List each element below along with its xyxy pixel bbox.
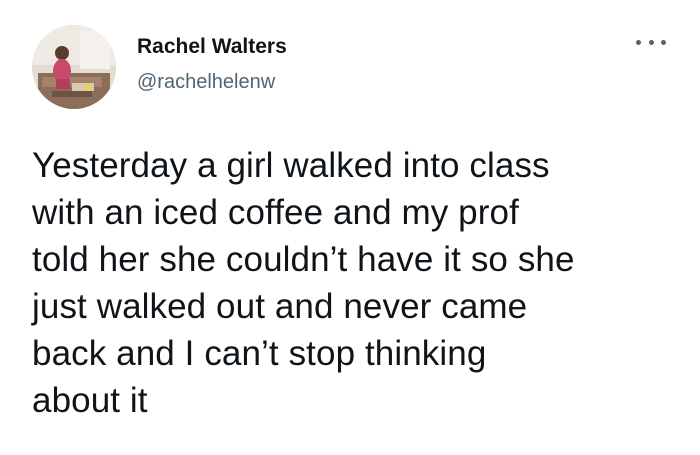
tweet-text-line: back and I can’t stop thinking <box>32 334 487 373</box>
more-horizontal-icon <box>636 39 641 45</box>
author-display-name[interactable]: Rachel Walters <box>137 34 287 60</box>
more-horizontal-icon-dot <box>648 39 654 45</box>
tweet-card: Rachel Walters @rachelhelenw Yesterday a… <box>0 0 700 455</box>
tweet-text-line: just walked out and never came <box>32 287 528 326</box>
tweet-text-line: Yesterday a girl walked into class <box>32 146 550 185</box>
tweet-text-line: told her she couldn’t have it so she <box>32 240 575 279</box>
author-handle[interactable]: @rachelhelenw <box>137 70 275 94</box>
tweet-text-line: with an iced coffee and my prof <box>32 193 519 232</box>
avatar[interactable] <box>32 25 116 109</box>
tweet-text: Yesterday a girl walked into class with … <box>32 142 682 424</box>
more-horizontal-icon-dot <box>661 39 666 45</box>
more-options-button[interactable] <box>636 32 666 52</box>
tweet-text-line: about it <box>32 381 148 420</box>
profile-photo-icon <box>32 25 116 109</box>
